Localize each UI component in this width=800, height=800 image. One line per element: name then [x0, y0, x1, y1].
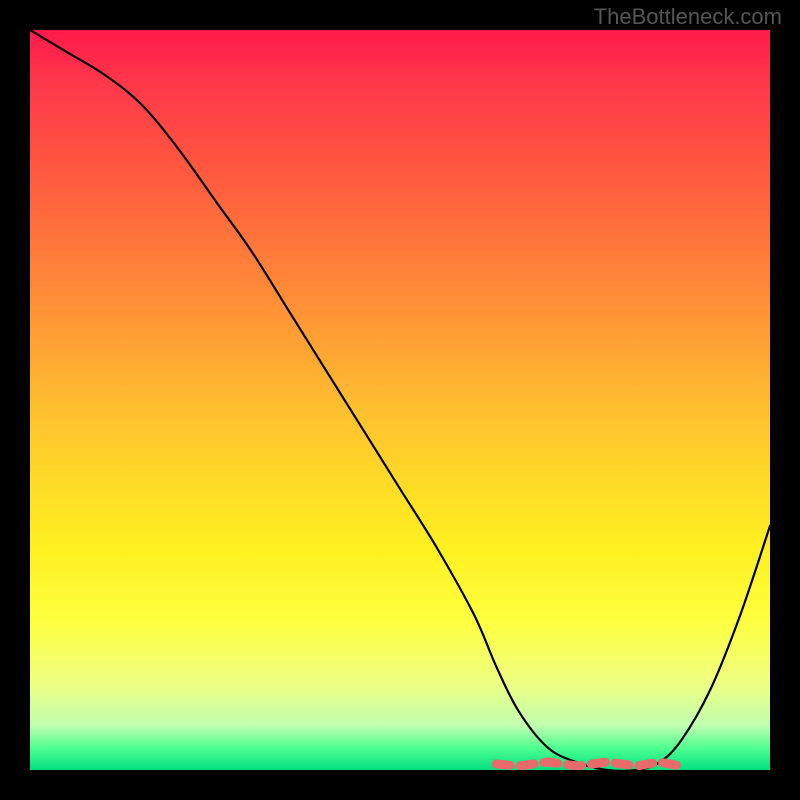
optimal-range-marker-line: [496, 762, 681, 766]
chart-plot-area: [30, 30, 770, 770]
chart-svg: [30, 30, 770, 770]
watermark-text: TheBottleneck.com: [594, 4, 782, 30]
bottleneck-curve-line: [30, 30, 770, 770]
